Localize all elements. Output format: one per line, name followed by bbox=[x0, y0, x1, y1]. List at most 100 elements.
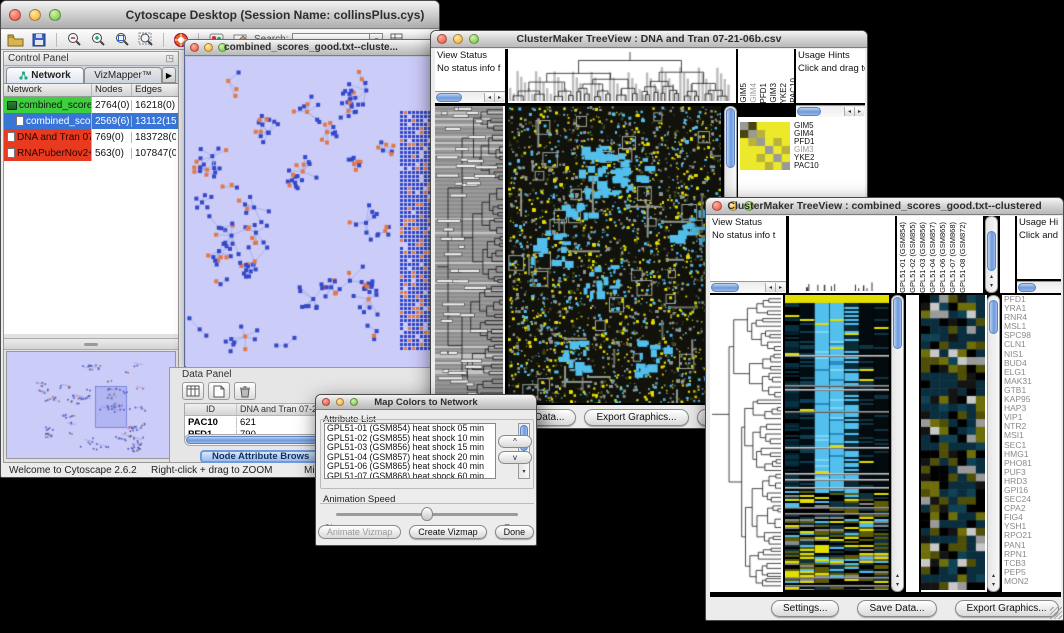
detail-heatmap-canvas[interactable] bbox=[921, 295, 985, 590]
move-up-button[interactable]: ^ bbox=[498, 435, 532, 448]
zoom-in-button[interactable] bbox=[88, 31, 108, 48]
view-status-line1: View Status bbox=[710, 216, 786, 229]
network-overview-canvas[interactable] bbox=[6, 351, 176, 459]
usage-hints-pane: Usage Hints Click and drag tc bbox=[796, 49, 865, 103]
tab-vizmapper[interactable]: VizMapper™ bbox=[84, 67, 162, 83]
usage-hints-hscrollbar[interactable] bbox=[1017, 281, 1061, 293]
treeview1-button[interactable]: Export Graphics... bbox=[584, 409, 688, 426]
usage-hints-hscrollbar[interactable]: ◂▸ bbox=[796, 105, 865, 117]
scroll-left-arrow[interactable]: ◂ bbox=[484, 93, 494, 102]
scroll-left-arrow[interactable]: ◂ bbox=[844, 107, 854, 116]
scroll-up-arrow[interactable]: ▴ bbox=[892, 572, 903, 581]
array-dendrogram-canvas[interactable] bbox=[508, 49, 734, 101]
scroll-right-arrow[interactable]: ▸ bbox=[494, 93, 504, 102]
treeview2-button[interactable]: Save Data... bbox=[857, 600, 936, 617]
move-down-button[interactable]: v bbox=[498, 451, 532, 464]
view-status-pane: View Status No status info t ◂▸ bbox=[710, 216, 786, 293]
scroll-right-arrow[interactable]: ▸ bbox=[775, 283, 785, 292]
column-label: GPL51-07 (GSM868) bbox=[948, 222, 957, 293]
network-window-title: combined_scores_good.txt--cluste... bbox=[185, 42, 437, 53]
array-dendrogram-canvas[interactable] bbox=[789, 216, 893, 291]
zoom-in-icon bbox=[90, 32, 106, 47]
scrollbar-thumb[interactable] bbox=[436, 93, 462, 102]
spacer-pane bbox=[1000, 216, 1015, 293]
scroll-up-arrow[interactable]: ▴ bbox=[986, 273, 997, 282]
scroll-down-arrow[interactable]: ▾ bbox=[986, 282, 997, 291]
scrollbar-thumb[interactable] bbox=[797, 107, 821, 116]
open-file-button[interactable] bbox=[5, 31, 25, 48]
done-button[interactable]: Done bbox=[495, 525, 535, 539]
heatmap-canvas[interactable] bbox=[508, 106, 721, 403]
zoom-selected-button[interactable] bbox=[136, 31, 156, 48]
network-canvas[interactable] bbox=[186, 57, 436, 367]
gene-dendrogram-canvas[interactable] bbox=[710, 295, 781, 590]
network-row[interactable]: DNA and Tran 07 769(0) 183728(0) bbox=[4, 129, 178, 145]
zoom-out-button[interactable] bbox=[64, 31, 84, 48]
detail-matrix-canvas[interactable] bbox=[740, 122, 790, 170]
tab-overflow-button[interactable]: ▶ bbox=[162, 67, 176, 83]
view-status-hscrollbar[interactable]: ◂▸ bbox=[435, 91, 505, 103]
treeview1-title-bar[interactable]: ClusterMaker TreeView : DNA and Tran 07-… bbox=[431, 31, 867, 48]
animate-vizmap-button[interactable]: Animate Vizmap bbox=[318, 525, 401, 539]
data-panel-toolbar bbox=[182, 382, 256, 400]
heatmap-vscrollbar[interactable]: ▴▾ bbox=[891, 295, 904, 592]
scroll-down-arrow[interactable]: ▾ bbox=[892, 581, 903, 590]
dialog-title-bar[interactable]: Map Colors to Network bbox=[316, 395, 536, 410]
treeview1-column-labels: GIM5GIM4PFD1GIM3YKE2PAC10 bbox=[738, 49, 794, 103]
network-row[interactable]: RNAPuberNov2+1 563(0) 107847(0) bbox=[4, 145, 178, 161]
animation-speed-slider[interactable] bbox=[421, 507, 433, 521]
attribute-item[interactable]: GPL51-07 (GSM868) heat shock 60 min bbox=[325, 472, 495, 479]
scrollbar-thumb[interactable] bbox=[989, 300, 998, 334]
tab-network[interactable]: Network bbox=[6, 67, 84, 83]
node-attribute-browser-tab[interactable]: Node Attribute Brows bbox=[200, 450, 321, 463]
gene-dendrogram-canvas[interactable] bbox=[435, 106, 503, 403]
scrollbar-thumb[interactable] bbox=[893, 297, 902, 349]
column-label: GIM3 bbox=[769, 83, 778, 103]
select-attributes-button[interactable] bbox=[182, 382, 204, 400]
column-label-vscrollbar[interactable]: ▴▾ bbox=[985, 216, 998, 293]
view-status-hscrollbar[interactable]: ◂▸ bbox=[710, 281, 786, 293]
usage-hints-line2: Click and drag tc bbox=[796, 62, 865, 75]
delete-attribute-button[interactable] bbox=[234, 382, 256, 400]
detail-vscrollbar[interactable]: ▴▾ bbox=[987, 295, 1000, 592]
treeview2-title-bar[interactable]: ClusterMaker TreeView : combined_scores_… bbox=[706, 198, 1063, 215]
save-button[interactable] bbox=[29, 31, 49, 48]
scrollbar-thumb[interactable] bbox=[987, 231, 996, 271]
column-network[interactable]: Network bbox=[4, 84, 92, 96]
column-id[interactable]: ID bbox=[185, 404, 237, 415]
heatmap-pane bbox=[785, 295, 891, 592]
scroll-right-arrow[interactable]: ▸ bbox=[854, 107, 864, 116]
scrollbar-thumb[interactable] bbox=[726, 108, 735, 168]
main-title-bar[interactable]: Cytoscape Desktop (Session Name: collins… bbox=[1, 1, 439, 29]
zoom-fit-button[interactable] bbox=[112, 31, 132, 48]
float-panel-icon[interactable]: ◳ bbox=[165, 53, 174, 64]
create-vizmap-button[interactable]: Create Vizmap bbox=[409, 525, 486, 539]
scroll-up-arrow[interactable]: ▴ bbox=[988, 572, 999, 581]
scrollbar-thumb[interactable] bbox=[711, 283, 739, 292]
control-panel-header: Control Panel ◳ bbox=[4, 52, 178, 66]
column-nodes[interactable]: Nodes bbox=[92, 84, 132, 96]
heatmap-canvas[interactable] bbox=[785, 295, 889, 590]
status-zoom-hint: Right-click + drag to ZOOM bbox=[151, 465, 272, 476]
array-dendrogram-pane bbox=[508, 49, 736, 103]
resize-grip[interactable] bbox=[1050, 607, 1062, 619]
column-label: GPL51-03 (GSM856) bbox=[918, 222, 927, 293]
zoom-selected-icon bbox=[138, 32, 154, 47]
scrollbar-thumb[interactable] bbox=[1018, 283, 1036, 292]
scroll-down-arrow[interactable]: ▾ bbox=[519, 468, 529, 477]
treeview2-window: ClusterMaker TreeView : combined_scores_… bbox=[705, 197, 1064, 621]
network-row-icon bbox=[16, 116, 24, 126]
scroll-left-arrow[interactable]: ◂ bbox=[765, 283, 775, 292]
scroll-down-arrow[interactable]: ▾ bbox=[988, 581, 999, 590]
zoom-out-icon bbox=[66, 32, 82, 47]
network-row[interactable]: combined_scores 2764(0) 16218(0) bbox=[4, 97, 178, 113]
trash-icon bbox=[239, 385, 251, 398]
panel-splitter[interactable] bbox=[4, 338, 178, 350]
network-row[interactable]: combined_sco 2569(6) 13112(15) bbox=[4, 113, 178, 129]
treeview2-button[interactable]: Export Graphics... bbox=[955, 600, 1059, 617]
network-window-title-bar[interactable]: combined_scores_good.txt--cluste... bbox=[185, 40, 437, 56]
treeview2-button[interactable]: Settings... bbox=[771, 600, 839, 617]
column-edges[interactable]: Edges bbox=[132, 84, 176, 96]
new-attribute-button[interactable] bbox=[208, 382, 230, 400]
usage-hints-pane: Usage Hi Click and bbox=[1017, 216, 1061, 279]
